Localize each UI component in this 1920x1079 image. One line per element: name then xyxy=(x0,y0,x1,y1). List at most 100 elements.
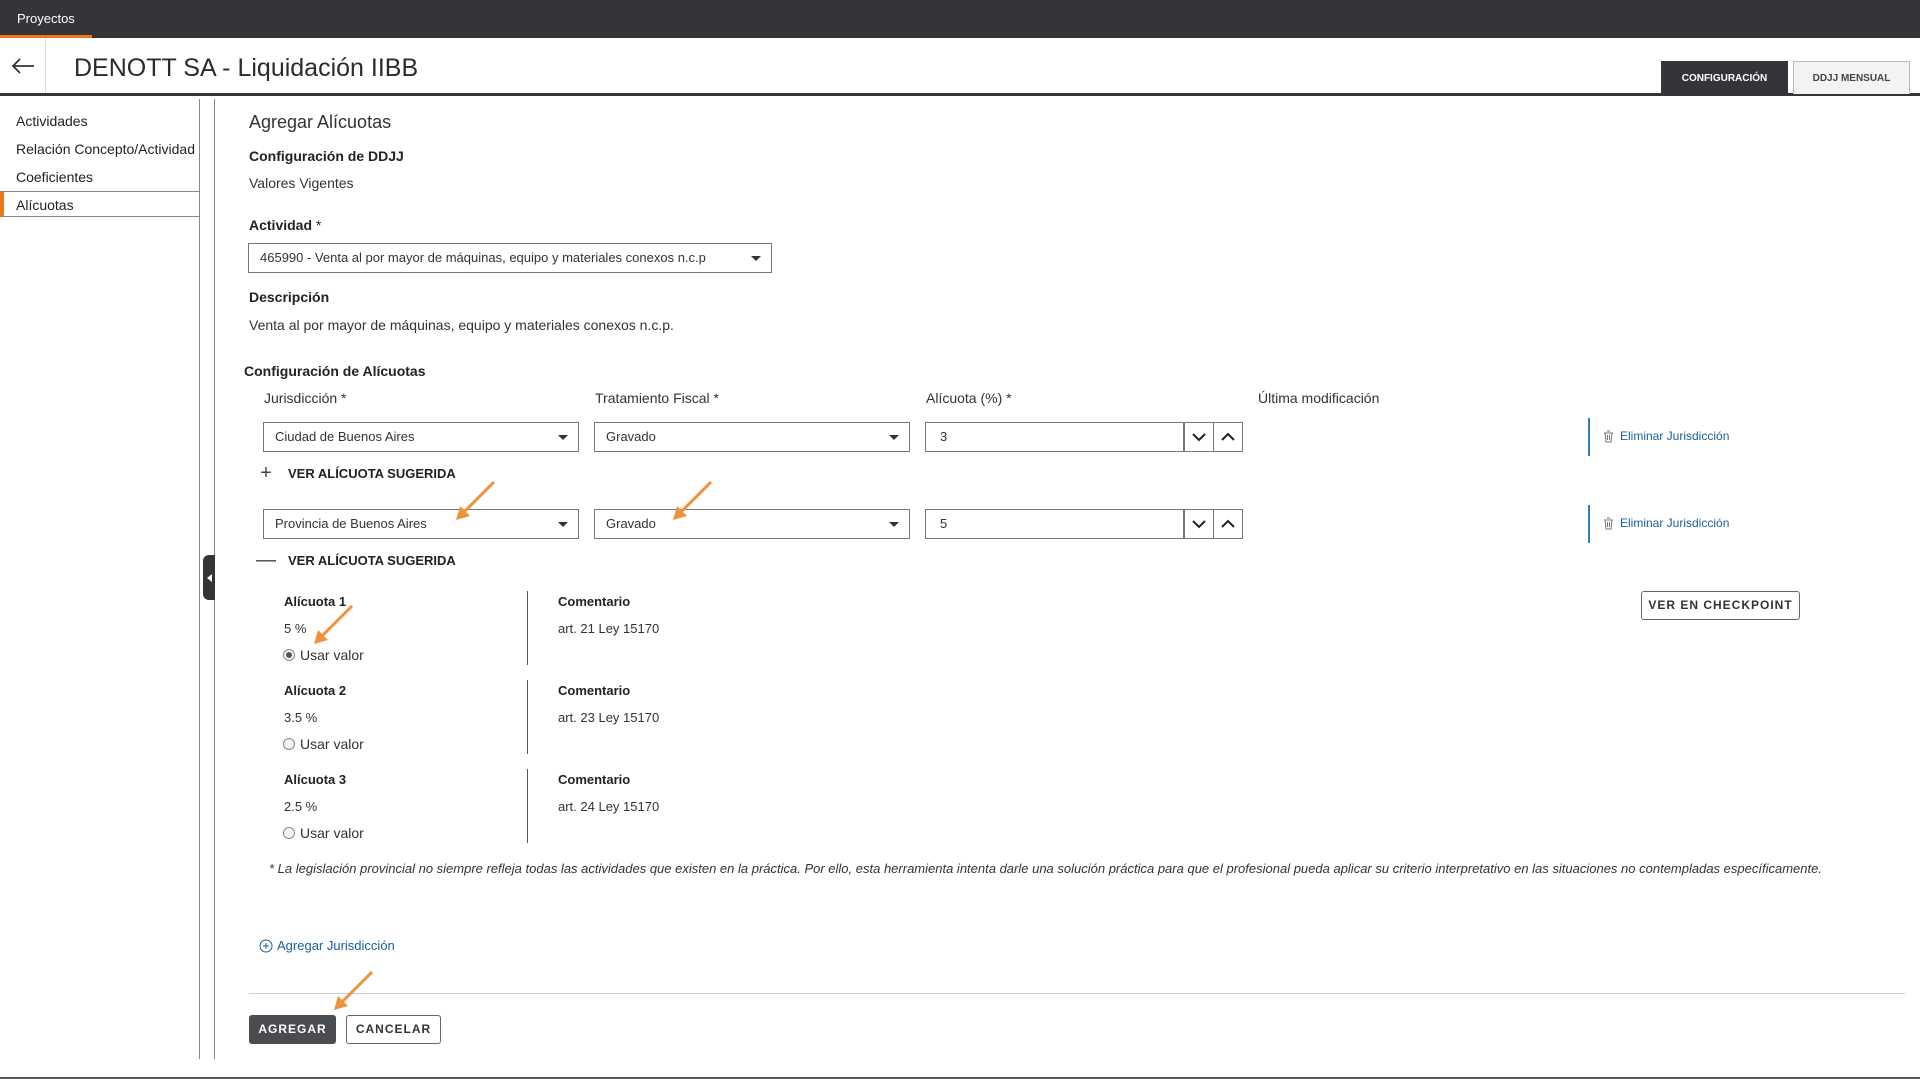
jurisdiccion-value-1: Ciudad de Buenos Aires xyxy=(275,429,415,444)
chevron-down-icon xyxy=(1192,520,1206,529)
descripcion-value: Venta al por mayor de máquinas, equipo y… xyxy=(249,317,674,333)
caret-down-icon xyxy=(751,256,761,261)
increment-button-1[interactable] xyxy=(1213,422,1243,452)
jurisdiccion-select-1[interactable]: Ciudad de Buenos Aires xyxy=(263,422,579,452)
caret-down-icon xyxy=(558,522,568,527)
comentario-label-1: Comentario xyxy=(558,594,631,609)
radio-selected-icon xyxy=(283,649,295,661)
usar-valor-radio-2[interactable]: Usar valor xyxy=(283,736,364,752)
alicuotas-config-title: Configuración de Alícuotas xyxy=(244,363,426,379)
descripcion-label: Descripción xyxy=(249,289,330,305)
sugerida-title-3: Alícuota 3 xyxy=(284,772,347,787)
decrement-button-2[interactable] xyxy=(1184,509,1214,539)
collapse-sidebar-handle[interactable] xyxy=(203,555,215,600)
agregar-jurisdiccion-label: Agregar Jurisdicción xyxy=(277,938,395,953)
sugerida-divider-3 xyxy=(527,769,528,843)
col-alicuota: Alícuota (%) * xyxy=(926,390,1012,406)
legislacion-note: * La legislación provincial no siempre r… xyxy=(269,861,1822,876)
comentario-value-3: art. 24 Ley 15170 xyxy=(558,799,660,814)
sidebar-item-relacion-concepto[interactable]: Relación Concepto/Actividad xyxy=(0,136,200,162)
sidebar-item-actividades[interactable]: Actividades xyxy=(0,108,200,134)
annotation-arrow-icon xyxy=(314,604,354,644)
sugerida-title-2: Alícuota 2 xyxy=(284,683,347,698)
tab-configuracion[interactable]: CONFIGURACIÓN xyxy=(1661,61,1788,94)
jurisdiccion-select-2[interactable]: Provincia de Buenos Aires xyxy=(263,509,579,539)
sugerida-divider-1 xyxy=(527,591,528,665)
jurisdiccion-value-2: Provincia de Buenos Aires xyxy=(275,516,427,531)
page-header: DENOTT SA - Liquidación IIBB CONFIGURACI… xyxy=(0,38,1920,96)
comentario-label-3: Comentario xyxy=(558,772,631,787)
alicuota-input-2[interactable]: 5 xyxy=(925,509,1243,539)
ver-alicuota-label-1: VER ALÍCUOTA SUGERIDA xyxy=(288,466,456,481)
tab-ddjj-mensual[interactable]: DDJJ MENSUAL xyxy=(1793,61,1910,94)
minus-icon: — xyxy=(256,549,276,571)
comentario-label-2: Comentario xyxy=(558,683,631,698)
agregar-jurisdiccion-link[interactable]: Agregar Jurisdicción xyxy=(259,938,395,953)
chevron-down-icon xyxy=(1192,433,1206,442)
increment-button-2[interactable] xyxy=(1213,509,1243,539)
nav-tab-proyectos[interactable]: Proyectos xyxy=(0,0,92,38)
tratamiento-select-1[interactable]: Gravado xyxy=(594,422,910,452)
plus-circle-icon xyxy=(259,939,273,952)
sidebar-item-alicuotas[interactable]: Alícuotas xyxy=(0,191,200,217)
alicuota-value-2: 5 xyxy=(940,516,948,531)
alicuota-input-1[interactable]: 3 xyxy=(925,422,1243,452)
config-ddjj-value: Valores Vigentes xyxy=(249,175,354,191)
radio-unselected-icon xyxy=(283,738,295,750)
sidebar-item-coeficientes[interactable]: Coeficientes xyxy=(0,164,200,190)
sugerida-divider-2 xyxy=(527,680,528,754)
page-title: DENOTT SA - Liquidación IIBB xyxy=(74,54,419,82)
tratamiento-value-2: Gravado xyxy=(606,516,656,531)
row-separator-1 xyxy=(1588,418,1590,456)
ver-checkpoint-button[interactable]: VER EN CHECKPOINT xyxy=(1641,591,1800,620)
caret-down-icon xyxy=(558,435,568,440)
trash-icon xyxy=(1604,430,1613,442)
required-mark: * xyxy=(315,217,322,233)
ver-alicuota-label-2: VER ALÍCUOTA SUGERIDA xyxy=(288,553,456,568)
cancelar-button[interactable]: CANCELAR xyxy=(346,1015,441,1044)
delete-jurisdiccion-1[interactable]: Eliminar Jurisdicción xyxy=(1603,429,1729,443)
plus-icon: + xyxy=(260,462,272,484)
trash-icon xyxy=(1604,517,1613,529)
actividad-label-text: Actividad xyxy=(249,217,313,233)
annotation-arrow-icon xyxy=(456,480,496,520)
sidebar: Actividades Relación Concepto/Actividad … xyxy=(0,99,200,1059)
actividad-select[interactable]: 465990 - Venta al por mayor de máquinas,… xyxy=(248,243,772,273)
config-ddjj-label: Configuración de DDJJ xyxy=(249,148,404,164)
agregar-button[interactable]: AGREGAR xyxy=(249,1015,336,1044)
decrement-button-1[interactable] xyxy=(1184,422,1214,452)
chevron-up-icon xyxy=(1221,432,1235,441)
sugerida-value-1: 5 % xyxy=(284,621,307,636)
col-tratamiento: Tratamiento Fiscal * xyxy=(595,390,719,406)
radio-unselected-icon xyxy=(283,827,295,839)
comentario-value-1: art. 21 Ley 15170 xyxy=(558,621,660,636)
delete-jurisdiccion-label-2: Eliminar Jurisdicción xyxy=(1620,516,1730,530)
ver-alicuota-toggle-1[interactable]: + VER ALÍCUOTA SUGERIDA xyxy=(254,462,456,485)
col-jurisdiccion: Jurisdicción * xyxy=(264,390,347,406)
actividad-label: Actividad * xyxy=(249,217,321,233)
tratamiento-select-2[interactable]: Gravado xyxy=(594,509,910,539)
sugerida-value-2: 3.5 % xyxy=(284,710,318,725)
arrow-left-icon xyxy=(11,57,34,74)
delete-jurisdiccion-2[interactable]: Eliminar Jurisdicción xyxy=(1603,516,1729,530)
caret-down-icon xyxy=(889,435,899,440)
usar-valor-radio-3[interactable]: Usar valor xyxy=(283,825,364,841)
usar-valor-label-2: Usar valor xyxy=(300,736,364,752)
usar-valor-label-3: Usar valor xyxy=(300,825,364,841)
delete-jurisdiccion-label-1: Eliminar Jurisdicción xyxy=(1620,429,1730,443)
chevron-up-icon xyxy=(1221,519,1235,528)
top-navbar: Proyectos xyxy=(0,0,1920,38)
comentario-value-2: art. 23 Ley 15170 xyxy=(558,710,660,725)
form-title: Agregar Alícuotas xyxy=(249,112,392,132)
row-separator-2 xyxy=(1588,505,1590,543)
annotation-arrow-icon xyxy=(673,480,713,520)
sugerida-value-3: 2.5 % xyxy=(284,799,318,814)
actividad-select-value: 465990 - Venta al por mayor de máquinas,… xyxy=(260,250,706,265)
form-footer-divider xyxy=(249,993,1905,994)
annotation-arrow-icon xyxy=(334,970,374,1010)
chevron-left-icon xyxy=(206,573,212,582)
alicuota-value-1: 3 xyxy=(940,429,948,444)
back-button[interactable] xyxy=(0,38,46,93)
ver-alicuota-toggle-2[interactable]: — VER ALÍCUOTA SUGERIDA xyxy=(254,549,456,572)
col-ultima-modificacion: Última modificación xyxy=(1258,390,1380,406)
